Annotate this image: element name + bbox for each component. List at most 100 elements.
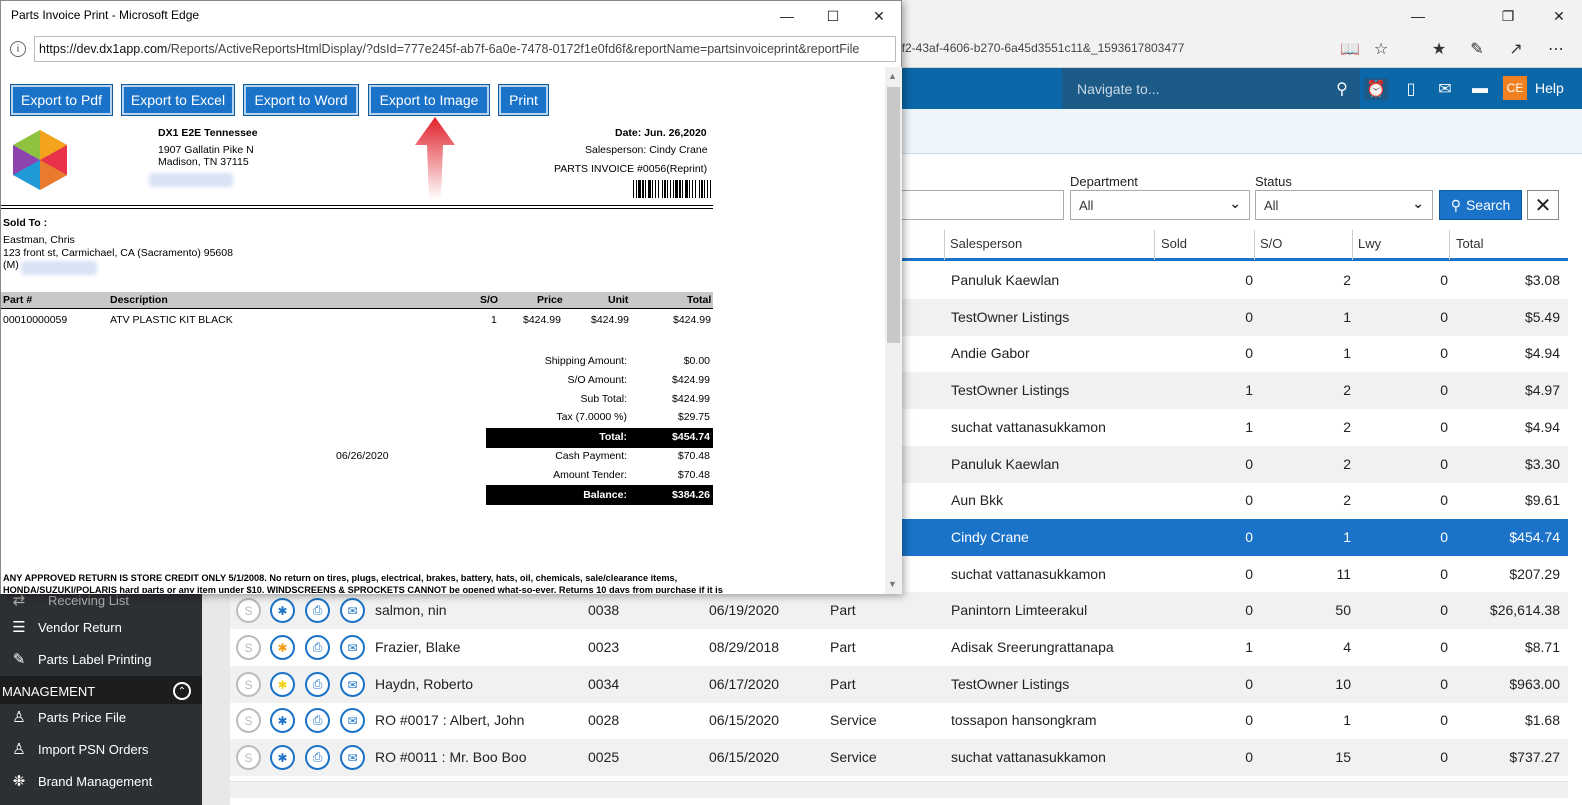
email-icon[interactable]: ✉ — [340, 672, 365, 697]
cell-lwy: 0 — [1440, 272, 1448, 288]
export-pdf-button[interactable]: Export to Pdf — [10, 84, 113, 116]
table-row[interactable]: S ✱ ⎙ ✉ RO #0017 : Albert, John 0028 06/15/202… — [230, 702, 1568, 739]
close-window-icon[interactable]: ✕ — [856, 1, 902, 31]
col-so[interactable]: S/O — [1260, 236, 1282, 251]
horizontal-scrollbar[interactable] — [230, 781, 1568, 798]
cell-so: 1 — [1343, 345, 1351, 361]
cell-sold: 0 — [1245, 676, 1253, 692]
export-image-button[interactable]: Export to Image — [368, 84, 490, 116]
asterisk-icon[interactable]: ✱ — [270, 598, 295, 623]
table-row[interactable]: S ✱ ⎙ ✉ RO #0011 : Mr. Boo Boo 0025 06/15/2020… — [230, 739, 1568, 776]
email-icon[interactable]: ✉ — [340, 598, 365, 623]
scrollbar-thumb[interactable] — [887, 87, 900, 343]
col-sold[interactable]: Sold — [1161, 236, 1187, 251]
cell-customer[interactable]: RO #0011 : Mr. Boo Boo — [375, 749, 527, 765]
department-select[interactable]: All ⌄ — [1070, 190, 1250, 220]
total-row-value: $0.00 — [683, 355, 710, 367]
line-so: 1 — [491, 314, 497, 326]
favorites-list-icon[interactable]: ★ — [1426, 38, 1452, 60]
cell-customer[interactable]: RO #0017 : Albert, John — [375, 712, 524, 728]
sidebar-item-vendor-return[interactable]: ☰ Vendor Return — [0, 611, 202, 643]
email-icon[interactable]: ✉ — [340, 745, 365, 770]
status-icon[interactable]: S — [236, 708, 261, 733]
scroll-up-icon[interactable]: ▲ — [888, 71, 897, 81]
table-row[interactable]: S ✱ ⎙ ✉ salmon, nin 0038 06/19/2020 Part Paninto… — [230, 592, 1568, 629]
cell-sold: 1 — [1245, 382, 1253, 398]
popup-url[interactable]: https://dev.dx1app.com/Reports/ActiveRep… — [34, 36, 896, 62]
clear-filter-button[interactable]: ✕ — [1527, 190, 1559, 220]
sidebar-item-parts-price-file[interactable]: ♙ Parts Price File — [0, 701, 202, 733]
chevron-up-icon[interactable]: ⌃ — [173, 682, 191, 700]
minimize-icon[interactable]: — — [1395, 0, 1441, 32]
minimize-icon[interactable]: — — [764, 1, 810, 31]
share-icon[interactable]: ↗ — [1503, 38, 1529, 60]
help-link[interactable]: Help — [1535, 80, 1564, 96]
reading-view-icon[interactable]: 📖 — [1337, 38, 1363, 60]
print-icon[interactable]: ⎙ — [305, 745, 330, 770]
status-icon[interactable]: S — [236, 745, 261, 770]
info-icon[interactable]: i — [10, 41, 26, 57]
avatar[interactable]: CE — [1503, 76, 1527, 100]
search-button[interactable]: ⚲ Search — [1439, 190, 1522, 220]
cell-number: 0023 — [588, 639, 620, 655]
print-icon[interactable]: ⎙ — [305, 672, 330, 697]
mobile-icon[interactable]: ▯ — [1399, 78, 1423, 100]
status-select[interactable]: All ⌄ — [1255, 190, 1433, 220]
print-icon[interactable]: ⎙ — [305, 598, 330, 623]
mail-icon[interactable]: ✉ — [1433, 78, 1457, 100]
sidebar-item-label: Parts Label Printing — [38, 651, 152, 667]
navigate-search-input[interactable]: Navigate to... — [1062, 68, 1360, 109]
status-icon[interactable]: S — [236, 635, 261, 660]
search-icon[interactable]: ⚲ — [1330, 78, 1354, 100]
sidebar-item-label: Brand Management — [38, 773, 153, 789]
close-window-icon[interactable]: ✕ — [1536, 0, 1582, 32]
status-label: Status — [1255, 174, 1292, 189]
col-total[interactable]: Total — [1456, 236, 1483, 251]
cell-customer[interactable]: Frazier, Blake — [375, 639, 461, 655]
table-row[interactable]: S ✱ ⎙ ✉ Frazier, Blake 0023 08/29/2018 Part Adis… — [230, 629, 1568, 666]
favorite-star-icon[interactable]: ☆ — [1368, 38, 1394, 60]
asterisk-icon[interactable]: ✱ — [270, 635, 295, 660]
col-salesperson[interactable]: Salesperson — [950, 236, 1022, 251]
cell-customer[interactable]: salmon, nin — [375, 602, 447, 618]
email-icon[interactable]: ✉ — [340, 708, 365, 733]
sidebar-item-parts-label-printing[interactable]: ✎ Parts Label Printing — [0, 643, 202, 675]
filter-text-input[interactable] — [880, 190, 1064, 220]
alarm-icon[interactable]: ⏰ — [1364, 78, 1388, 100]
maximize-icon[interactable]: ☐ — [810, 1, 856, 31]
print-icon[interactable]: ⎙ — [305, 635, 330, 660]
barcode-image — [633, 180, 711, 198]
asterisk-icon[interactable]: ✱ — [270, 745, 295, 770]
cell-lwy: 0 — [1440, 419, 1448, 435]
cell-number: 0038 — [588, 602, 620, 618]
status-icon[interactable]: S — [236, 598, 261, 623]
table-row[interactable]: S ✱ ⎙ ✉ Haydn, Roberto 0034 06/17/2020 Part Test… — [230, 666, 1568, 703]
print-icon[interactable]: ⎙ — [305, 708, 330, 733]
cell-customer[interactable]: Haydn, Roberto — [375, 676, 473, 692]
close-icon: ✕ — [1534, 194, 1552, 217]
col-lwy[interactable]: Lwy — [1358, 236, 1381, 251]
cell-lwy: 0 — [1440, 456, 1448, 472]
sidebar-item-brand-management[interactable]: ❉ Brand Management — [0, 765, 202, 797]
export-excel-button[interactable]: Export to Excel — [121, 84, 235, 116]
line-description: ATV PLASTIC KIT BLACK — [110, 314, 233, 326]
restore-icon[interactable]: ❐ — [1485, 0, 1531, 32]
pen-icon[interactable]: ✎ — [1464, 38, 1490, 60]
sidebar-item-import-psn[interactable]: ♙ Import PSN Orders — [0, 733, 202, 765]
email-icon[interactable]: ✉ — [340, 635, 365, 660]
cell-total: $3.30 — [1524, 456, 1560, 472]
status-icon[interactable]: S — [236, 672, 261, 697]
print-button[interactable]: Print — [498, 84, 549, 116]
background-url-tail[interactable]: bf2-43af-4606-b270-6a45d3551c11&_1593617… — [895, 41, 1184, 55]
cell-sold: 0 — [1245, 712, 1253, 728]
asterisk-icon[interactable]: ✱ — [270, 672, 295, 697]
scroll-down-icon[interactable]: ▼ — [888, 579, 897, 589]
more-icon[interactable]: ⋯ — [1543, 38, 1569, 60]
department-label: Department — [1070, 174, 1138, 189]
payment-label: Amount Tender: — [553, 469, 627, 481]
chat-icon[interactable]: ▬ — [1468, 78, 1492, 100]
export-word-button[interactable]: Export to Word — [243, 84, 359, 116]
sidebar-section-management[interactable]: MANAGEMENT — [0, 676, 202, 704]
asterisk-icon[interactable]: ✱ — [270, 708, 295, 733]
popup-titlebar: Parts Invoice Print - Microsoft Edge — ☐… — [1, 1, 901, 31]
